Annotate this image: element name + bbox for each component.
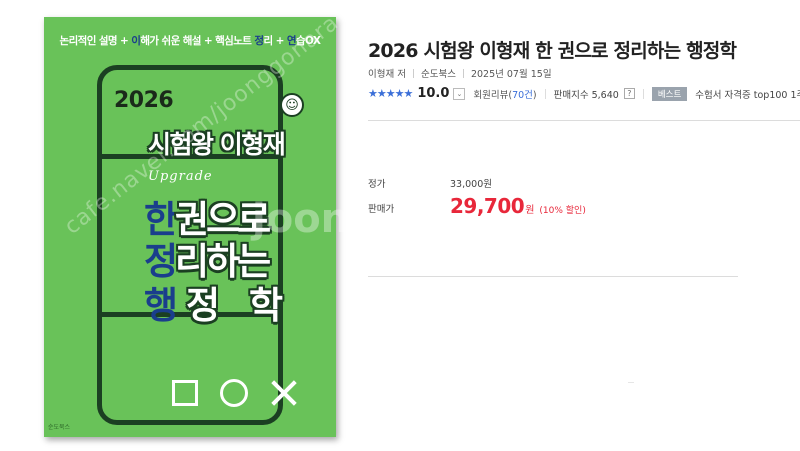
sales-index-help-icon[interactable]: ? [623,88,635,99]
section-divider [368,276,738,277]
product-title: 2026 시험왕 이형재 한 권으로 정리하는 행정학 [368,40,737,62]
cover-publisher-mark: 순도북스 [48,424,71,431]
rating-separator [642,88,644,99]
faint-divider [628,382,634,383]
sales-index: 판매지수 5,640 [553,89,619,101]
square-shape-icon [172,380,198,406]
sale-price-row: 29,700 원 (10% 할인) [450,194,586,218]
publisher-link[interactable]: 순도북스 [421,66,456,80]
circle-shape-icon [220,379,248,407]
rating-dropdown-button[interactable]: ⌄ [453,87,466,100]
review-count: 70건 [512,89,533,101]
best-badge: 베스트 [651,86,688,101]
cover-author-name: 시험왕 이형재 [148,130,286,159]
list-price: 33,000원 [450,179,492,190]
book-cover-image[interactable]: 논리적인 설명 + 이해가 쉬운 해설 + 핵심노트 정리 + 연습OX 202… [44,17,336,437]
x-shape-icon [270,379,298,407]
product-meta: 이형재 저 순도북스 2025년 07월 15일 [368,66,552,80]
author-link[interactable]: 이형재 저 [368,66,406,80]
cover-shapes [172,379,298,407]
cover-upgrade-label: Upgrade [148,169,213,184]
cover-tagline: 논리적인 설명 + 이해가 쉬운 해설 + 핵심노트 정리 + 연습OX [59,35,321,47]
rating-score: 10.0 [417,86,450,101]
cover-year: 2026 [114,88,174,113]
list-price-label: 정가 [368,179,386,190]
rating-separator [544,88,546,99]
section-divider [368,120,800,121]
sale-price: 29,700 [450,194,525,218]
review-link[interactable]: 회원리뷰(70건) [473,87,536,101]
rating-row: ★★★★★ 10.0 ⌄ 회원리뷰(70건) 판매지수 5,640 ? 베스트 … [368,86,800,101]
meta-separator [462,68,464,78]
discount-rate: (10% 할인) [539,206,586,216]
rating-stars-icon: ★★★★★ [368,87,413,100]
sale-price-currency: 원 [525,205,535,216]
best-ranking-link[interactable]: 수험서 자격증 top100 1주 [695,87,800,101]
cover-title-line-3: 행정 학 [144,284,292,327]
publish-date: 2025년 07월 15일 [470,69,552,80]
author-portrait-icon: ☺ [280,93,304,117]
meta-separator [412,68,414,78]
sale-price-label: 판매가 [368,204,395,215]
